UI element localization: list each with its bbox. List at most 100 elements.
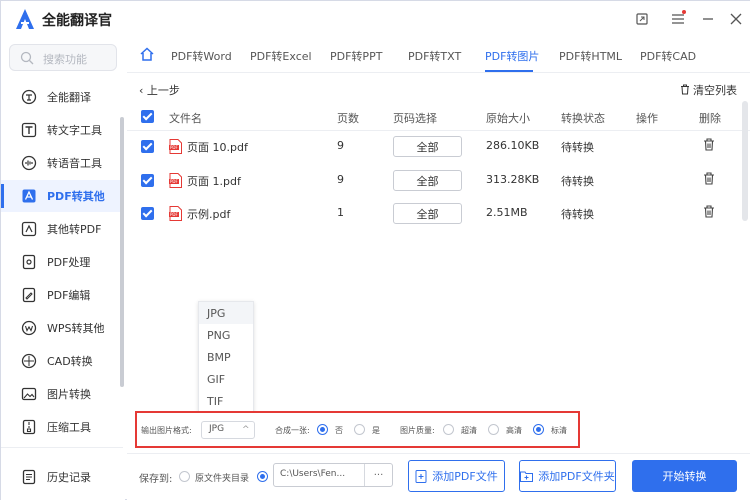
sidebar-item-history[interactable]: 历史记录 — [1, 461, 123, 493]
save-path-field[interactable]: C:\Users\Fen... ··· — [273, 463, 393, 487]
tab-bar: PDF转Word PDF转Excel PDF转PPT PDF转TXT PDF转图… — [127, 37, 750, 73]
menu-button[interactable] — [669, 10, 687, 28]
tab-pdf-to-word[interactable]: PDF转Word — [171, 48, 232, 64]
table-row[interactable]: PDF 示例.pdf 1 全部 2.51MB 待转换 — [127, 197, 750, 230]
sidebar-item-pdf-process[interactable]: PDF处理 — [1, 246, 123, 278]
pdf-file-icon: PDF — [169, 139, 182, 154]
sidebar-scrollbar[interactable] — [120, 117, 124, 387]
format-option-jpg[interactable]: JPG — [199, 302, 253, 324]
select-all-checkbox[interactable] — [141, 110, 154, 123]
sidebar-divider — [1, 447, 123, 448]
svg-text:PDF: PDF — [170, 212, 178, 217]
sidebar: 搜索功能 全能翻译 转文字工具 转语音工具 PDF转其他 其他转PDF PDF处… — [1, 37, 125, 500]
sidebar-item-translate[interactable]: 全能翻译 — [1, 81, 123, 113]
quality-ultra-radio[interactable] — [443, 424, 454, 435]
format-option-tif[interactable]: TIF — [199, 390, 253, 412]
sidebar-item-pdf-edit[interactable]: PDF编辑 — [1, 279, 123, 311]
sidebar-item-label: PDF转其他 — [47, 190, 105, 203]
restore-button[interactable] — [633, 10, 651, 28]
sidebar-item-image-convert[interactable]: 图片转换 — [1, 378, 123, 410]
file-size: 2.51MB — [486, 206, 528, 219]
output-options-panel: 输出图片格式: JPG ^ 合成一张: 否 是 图片质量: 超清 高清 标清 — [135, 411, 580, 448]
tab-pdf-to-cad[interactable]: PDF转CAD — [640, 48, 696, 64]
delete-icon[interactable] — [703, 138, 715, 151]
format-select[interactable]: JPG ^ — [201, 421, 255, 439]
file-size: 313.28KB — [486, 173, 540, 186]
wps-icon — [21, 320, 37, 336]
sidebar-item-voice-tool[interactable]: 转语音工具 — [1, 147, 123, 179]
format-option-png[interactable]: PNG — [199, 324, 253, 346]
row-checkbox[interactable] — [141, 174, 154, 187]
menu-icon — [672, 14, 684, 24]
close-icon — [730, 13, 742, 25]
svg-text:PDF: PDF — [170, 179, 178, 184]
table-header: 文件名 页数 页码选择 原始大小 转换状态 操作 删除 — [127, 103, 750, 131]
translate-icon — [21, 89, 37, 105]
file-name: 页面 10.pdf — [187, 141, 248, 154]
chevron-left-icon: ‹ — [139, 84, 147, 97]
merge-yes-radio[interactable] — [354, 424, 365, 435]
add-pdf-file-button[interactable]: 添加PDF文件 — [408, 460, 505, 492]
main-scrollbar[interactable] — [742, 101, 748, 221]
sidebar-item-cad-convert[interactable]: CAD转换 — [1, 345, 123, 377]
sidebar-item-compress[interactable]: 压缩工具 — [1, 411, 123, 443]
minimize-button[interactable] — [699, 10, 717, 28]
page-range-button[interactable]: 全部 — [393, 136, 462, 157]
table-row[interactable]: PDF 页面 1.pdf 9 全部 313.28KB 待转换 — [127, 164, 750, 197]
table-row[interactable]: PDF 页面 10.pdf 9 全部 286.10KB 待转换 — [127, 130, 750, 163]
tab-pdf-to-txt[interactable]: PDF转TXT — [408, 48, 461, 64]
quality-standard-radio[interactable] — [533, 424, 544, 435]
trash-icon — [680, 84, 689, 95]
sidebar-item-label: WPS转其他 — [47, 322, 105, 335]
delete-icon[interactable] — [703, 205, 715, 218]
svg-text:PDF: PDF — [170, 145, 178, 150]
sidebar-item-text-tool[interactable]: 转文字工具 — [1, 114, 123, 146]
home-icon[interactable] — [139, 46, 155, 62]
add-folder-label: 添加PDF文件夹 — [538, 470, 615, 483]
format-option-gif[interactable]: GIF — [199, 368, 253, 390]
col-header-filename: 文件名 — [169, 112, 202, 125]
file-pages: 9 — [337, 139, 344, 152]
sidebar-item-pdf-to-other[interactable]: PDF转其他 — [1, 180, 123, 212]
clear-list-button[interactable]: 清空列表 — [680, 82, 737, 98]
history-icon — [22, 469, 36, 485]
voice-icon — [21, 155, 37, 171]
file-pages: 9 — [337, 173, 344, 186]
back-button[interactable]: ‹ 上一步 — [139, 82, 180, 98]
sidebar-item-wps-to-other[interactable]: WPS转其他 — [1, 312, 123, 344]
sidebar-item-label: 其他转PDF — [47, 223, 102, 236]
convert-status: 待转换 — [561, 175, 594, 188]
row-checkbox[interactable] — [141, 140, 154, 153]
browse-button[interactable]: ··· — [364, 464, 392, 486]
add-pdf-folder-button[interactable]: 添加PDF文件夹 — [519, 460, 616, 492]
quality-label: 图片质量: — [400, 426, 435, 435]
row-checkbox[interactable] — [141, 207, 154, 220]
tab-pdf-to-ppt[interactable]: PDF转PPT — [330, 48, 382, 64]
source-dir-label: 原文件夹目录 — [195, 474, 250, 484]
format-label: 输出图片格式: — [141, 426, 192, 435]
page-range-button[interactable]: 全部 — [393, 170, 462, 191]
app-logo-icon — [16, 9, 34, 29]
merge-no-radio[interactable] — [317, 424, 328, 435]
custom-dir-radio[interactable] — [257, 471, 268, 482]
col-header-delete: 删除 — [699, 112, 721, 125]
tab-pdf-to-image[interactable]: PDF转图片 — [485, 48, 539, 64]
start-convert-button[interactable]: 开始转换 — [632, 460, 737, 492]
close-button[interactable] — [727, 10, 745, 28]
col-header-status: 转换状态 — [561, 112, 605, 125]
search-input[interactable]: 搜索功能 — [9, 44, 117, 71]
delete-icon[interactable] — [703, 172, 715, 185]
quality-ultra-label: 超清 — [461, 426, 477, 435]
tab-pdf-to-html[interactable]: PDF转HTML — [559, 48, 622, 64]
merge-yes-label: 是 — [372, 426, 380, 435]
page-range-button[interactable]: 全部 — [393, 203, 462, 224]
search-icon — [20, 51, 34, 65]
tab-pdf-to-excel[interactable]: PDF转Excel — [250, 48, 312, 64]
app-title: 全能翻译官 — [42, 13, 112, 29]
sidebar-item-other-to-pdf[interactable]: 其他转PDF — [1, 213, 123, 245]
quality-high-radio[interactable] — [488, 424, 499, 435]
format-option-bmp[interactable]: BMP — [199, 346, 253, 368]
restore-icon — [636, 13, 648, 25]
format-dropdown-menu: JPG PNG BMP GIF TIF — [198, 301, 254, 413]
source-dir-radio[interactable] — [179, 471, 190, 482]
